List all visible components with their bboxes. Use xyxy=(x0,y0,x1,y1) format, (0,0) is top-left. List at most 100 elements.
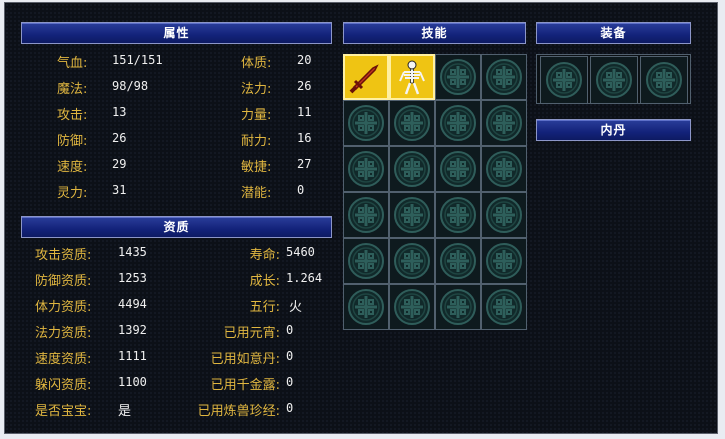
skill-slot[interactable] xyxy=(343,146,389,192)
skill-slot[interactable] xyxy=(435,54,481,100)
aptitude-value: 1.264 xyxy=(286,271,323,285)
skill-slot[interactable] xyxy=(389,146,435,192)
empty-slot-emblem-icon xyxy=(486,289,522,325)
empty-slot-emblem-icon xyxy=(394,289,430,325)
attr-value: 26 xyxy=(297,79,312,93)
empty-slot-emblem-icon xyxy=(596,62,632,98)
equipment-header: 装备 xyxy=(536,22,691,44)
attr-label: 攻击: xyxy=(57,108,88,123)
empty-slot-emblem-icon xyxy=(440,105,476,141)
equipment-slot[interactable] xyxy=(640,56,688,104)
skill-slot[interactable] xyxy=(435,146,481,192)
pet-info-window: 属性 气血: 151/151 魔法: 98/98 攻击: 13 防御: 26 速… xyxy=(4,2,718,434)
skill-slot[interactable] xyxy=(481,54,527,100)
skill-slot[interactable] xyxy=(435,192,481,238)
skill-slot[interactable] xyxy=(435,238,481,284)
aptitude-value: 4494 xyxy=(118,297,147,311)
attr-value: 0 xyxy=(297,183,305,197)
equipment-slot[interactable] xyxy=(590,56,638,104)
skill-slot[interactable] xyxy=(389,238,435,284)
sword-skill-icon xyxy=(346,57,386,97)
attr-value: 98/98 xyxy=(112,79,149,93)
skills-header: 技能 xyxy=(343,22,526,44)
aptitude-label: 寿命: xyxy=(249,248,280,263)
empty-slot-emblem-icon xyxy=(394,197,430,233)
aptitude-header: 资质 xyxy=(21,216,332,238)
aptitude-value: 0 xyxy=(286,375,294,389)
aptitude-value: 是 xyxy=(118,404,132,419)
aptitude-label: 成长: xyxy=(249,274,280,289)
empty-slot-emblem-icon xyxy=(348,289,384,325)
aptitude-label: 已用如意丹: xyxy=(210,352,280,367)
skeleton-skill-icon xyxy=(392,57,432,97)
skill-slot[interactable] xyxy=(481,100,527,146)
aptitude-value: 1111 xyxy=(118,349,147,363)
skill-slot[interactable] xyxy=(343,100,389,146)
aptitude-label: 攻击资质: xyxy=(35,248,92,263)
skill-slot[interactable] xyxy=(389,54,435,100)
attr-label: 潜能: xyxy=(241,186,272,201)
aptitude-value: 0 xyxy=(286,323,294,337)
attr-value: 20 xyxy=(297,53,312,67)
skill-slot[interactable] xyxy=(481,284,527,330)
empty-slot-emblem-icon xyxy=(394,243,430,279)
attr-value: 11 xyxy=(297,105,312,119)
skill-slot[interactable] xyxy=(435,100,481,146)
empty-slot-emblem-icon xyxy=(440,151,476,187)
empty-slot-emblem-icon xyxy=(486,151,522,187)
skill-slot[interactable] xyxy=(343,192,389,238)
attributes-header: 属性 xyxy=(21,22,332,44)
skill-slot[interactable] xyxy=(481,238,527,284)
empty-slot-emblem-icon xyxy=(348,243,384,279)
empty-slot-emblem-icon xyxy=(486,243,522,279)
attr-label: 防御: xyxy=(57,134,88,149)
attr-label: 敏捷: xyxy=(241,160,272,175)
skill-slot[interactable] xyxy=(343,238,389,284)
skill-slot[interactable] xyxy=(389,284,435,330)
aptitude-label: 已用炼兽珍经: xyxy=(197,404,280,419)
empty-slot-emblem-icon xyxy=(394,151,430,187)
equipment-slot[interactable] xyxy=(540,56,588,104)
aptitude-value: 火 xyxy=(289,300,303,315)
aptitude-value: 0 xyxy=(286,349,294,363)
aptitude-value: 1435 xyxy=(118,245,147,259)
aptitude-label: 体力资质: xyxy=(35,300,92,315)
empty-slot-emblem-icon xyxy=(348,197,384,233)
attr-label: 体质: xyxy=(241,56,272,71)
aptitude-label: 速度资质: xyxy=(35,352,92,367)
empty-slot-emblem-icon xyxy=(440,59,476,95)
empty-slot-emblem-icon xyxy=(440,243,476,279)
attr-label: 魔法: xyxy=(57,82,88,97)
skills-grid xyxy=(343,54,527,330)
attr-label: 耐力: xyxy=(241,134,272,149)
skill-slot[interactable] xyxy=(343,284,389,330)
attr-value: 31 xyxy=(112,183,127,197)
empty-slot-emblem-icon xyxy=(348,151,384,187)
empty-slot-emblem-icon xyxy=(486,59,522,95)
aptitude-label: 防御资质: xyxy=(35,274,92,289)
attr-label: 气血: xyxy=(57,56,88,71)
skill-slot[interactable] xyxy=(481,192,527,238)
aptitude-value: 1253 xyxy=(118,271,147,285)
attr-value: 26 xyxy=(112,131,127,145)
skill-slot[interactable] xyxy=(389,192,435,238)
skill-slot[interactable] xyxy=(389,100,435,146)
attr-value: 13 xyxy=(112,105,127,119)
aptitude-label: 法力资质: xyxy=(35,326,92,341)
attr-value: 27 xyxy=(297,157,312,171)
attr-label: 速度: xyxy=(57,160,88,175)
skill-slot[interactable] xyxy=(435,284,481,330)
attr-label: 法力: xyxy=(241,82,272,97)
aptitude-label: 已用元宵: xyxy=(223,326,280,341)
attr-value: 151/151 xyxy=(112,53,163,67)
aptitude-label: 已用千金露: xyxy=(210,378,280,393)
inner-pill-header: 内丹 xyxy=(536,119,691,141)
aptitude-value: 5460 xyxy=(286,245,315,259)
skill-slot[interactable] xyxy=(343,54,389,100)
skill-slot[interactable] xyxy=(481,146,527,192)
attr-value: 16 xyxy=(297,131,312,145)
attr-label: 力量: xyxy=(241,108,272,123)
empty-slot-emblem-icon xyxy=(440,289,476,325)
aptitude-value: 1392 xyxy=(118,323,147,337)
empty-slot-emblem-icon xyxy=(348,105,384,141)
